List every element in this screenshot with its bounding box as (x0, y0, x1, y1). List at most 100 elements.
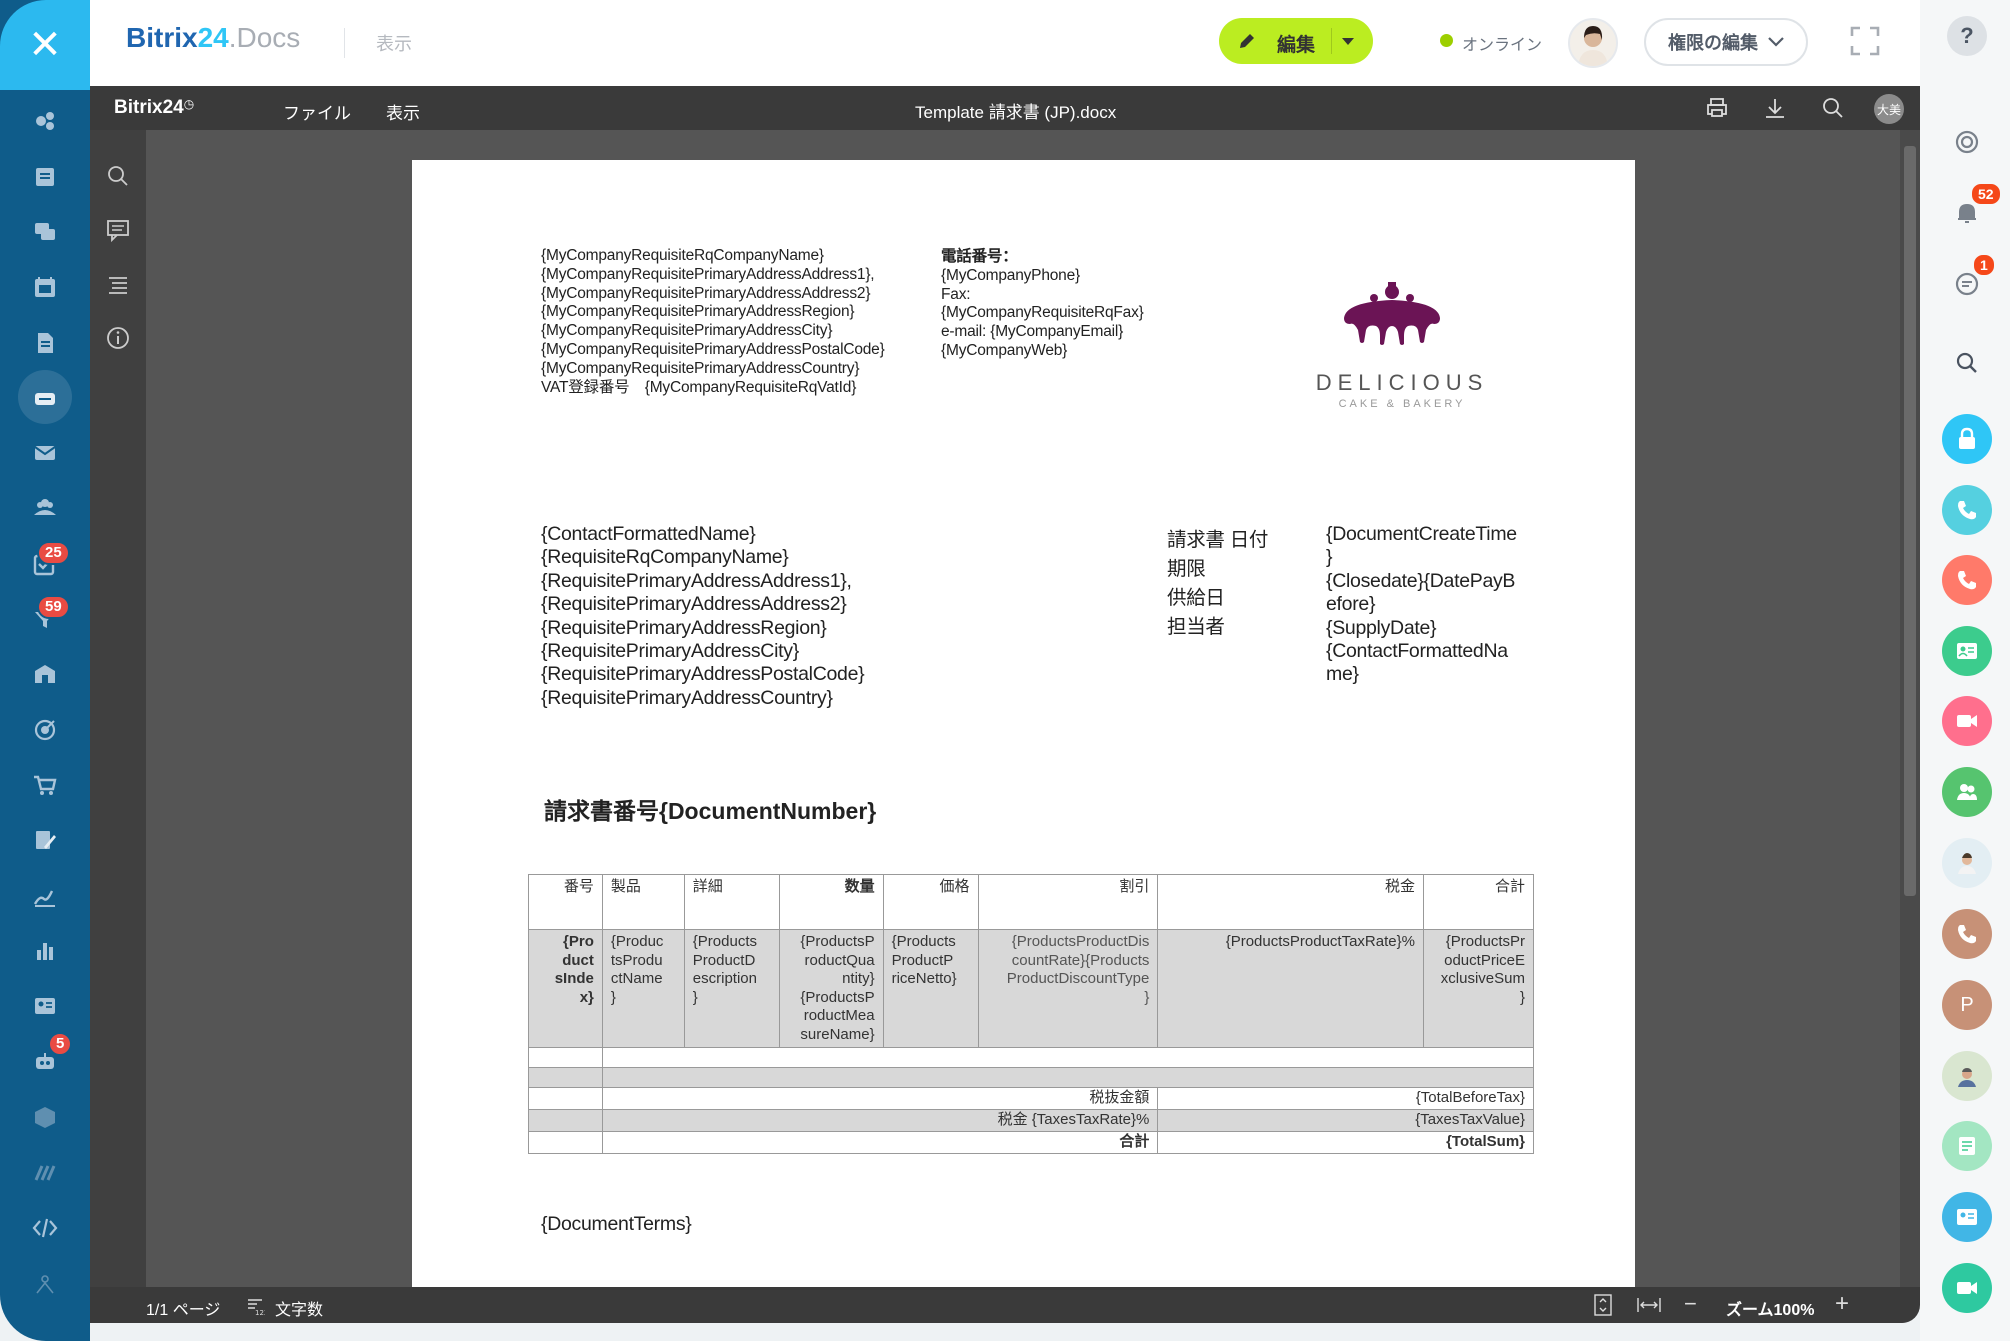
column-header: 税金 (1157, 874, 1424, 930)
marketplace-icon (34, 1164, 56, 1181)
table-cell (528, 1109, 603, 1132)
workgroups-icon (34, 498, 56, 515)
download-icon[interactable] (1763, 96, 1787, 120)
user-photo-icon (1958, 1068, 1976, 1087)
sidebar-item-news[interactable] (0, 149, 90, 204)
sidebar-item-analytics[interactable] (0, 923, 90, 978)
document-page[interactable]: {MyCompanyRequisiteRqCompanyName} {MyComp… (412, 160, 1635, 1287)
sidebar-item-user[interactable] (0, 1256, 90, 1311)
video-call-button[interactable] (1942, 696, 1992, 746)
zoom-in-button[interactable]: + (1835, 1290, 1849, 1318)
table-cell: {ProductsProductTaxRate}% (1157, 929, 1424, 1048)
group-icon (1957, 784, 1977, 800)
sidebar-item-chat[interactable] (0, 204, 90, 259)
word-count-button[interactable]: 文字数 (275, 1296, 323, 1320)
sidebar-item-docs[interactable] (0, 315, 90, 370)
sidebar-item-goals[interactable] (0, 702, 90, 757)
company-contact-line: 電話番号： (941, 248, 1018, 265)
table-cell (601, 1067, 1535, 1088)
company-address-line: {MyCompanyRequisitePrimaryAddressAddress… (541, 265, 875, 283)
left-tool-column (90, 130, 146, 1287)
app-logo[interactable]: Bitrix24.Docs (126, 22, 300, 54)
user-avatar-p[interactable]: P (1942, 980, 1992, 1030)
view-menu[interactable]: 表示 (376, 30, 412, 56)
chevron-down-icon[interactable] (1341, 37, 1355, 47)
filter-badge: 59 (37, 595, 70, 619)
client-address-line: {RequisitePrimaryAddressRegion} (541, 616, 827, 639)
company-icon (35, 664, 55, 683)
notifications-button[interactable]: 52 (1942, 182, 2002, 238)
drive-icon (35, 392, 55, 405)
close-button[interactable]: ✕ (0, 0, 90, 90)
group-button[interactable] (1942, 767, 1992, 817)
menu-file[interactable]: ファイル (283, 99, 351, 124)
edit-button[interactable]: 編集 (1219, 18, 1373, 64)
sidebar-item-marketplace[interactable] (0, 1145, 90, 1200)
comments-icon[interactable] (104, 216, 132, 244)
sidebar-item-company[interactable] (0, 646, 90, 701)
search-icon[interactable] (104, 162, 132, 190)
fullscreen-icon[interactable] (1850, 26, 1880, 56)
video-conference-button[interactable] (1942, 1263, 1992, 1313)
video-icon (1957, 1282, 1977, 1294)
sidebar-item-feed[interactable] (0, 93, 90, 148)
company-contact-line: e-mail: {MyCompanyEmail} (941, 323, 1124, 341)
user-avatar-2[interactable] (1942, 1051, 1992, 1101)
sidebar-item-box[interactable] (0, 1089, 90, 1144)
info-icon[interactable] (104, 324, 132, 352)
client-address-line: {RequisitePrimaryAddressAddress2} (541, 593, 847, 616)
headings-icon[interactable] (104, 270, 132, 298)
invoice-meta-value: {DocumentCreateTime (1326, 523, 1517, 545)
page-counter[interactable]: 1/1 ページ (146, 1296, 220, 1320)
sidebar-item-robot[interactable] (0, 1034, 90, 1089)
user-avatar[interactable]: 大美 (1874, 94, 1904, 124)
column-header: 数量 (778, 874, 884, 930)
sidebar-item-esign[interactable] (0, 868, 90, 923)
company-contact-line: {MyCompanyRequisiteRqFax} (941, 304, 1144, 322)
summary-label: 税抜金額 (601, 1087, 1159, 1110)
invoice-meta-value: efore} (1326, 593, 1376, 616)
zoom-level[interactable]: ズーム100% (1726, 1296, 1814, 1320)
mail-icon (34, 445, 56, 460)
sidebar-item-sign[interactable] (0, 812, 90, 867)
sidebar-item-workgroups[interactable] (0, 480, 90, 535)
company-contact-line: Fax: (941, 285, 971, 303)
document-terms: {DocumentTerms} (541, 1213, 692, 1235)
copilot-button[interactable] (1942, 117, 1992, 167)
company-address-line: {MyCompanyRequisitePrimaryAddressCountry… (541, 359, 860, 377)
user-call-button[interactable] (1942, 909, 1992, 959)
print-icon[interactable] (1705, 96, 1729, 120)
help-button[interactable]: ? (1947, 16, 1987, 56)
messenger-button[interactable]: 1 (1942, 253, 1996, 309)
company-logo: DELICIOUS CAKE & BAKERY (1292, 280, 1512, 410)
sidebar-item-drive[interactable] (0, 370, 90, 425)
sidebar-item-shop[interactable] (0, 757, 90, 812)
missed-call-button[interactable] (1942, 555, 1992, 605)
notes-button[interactable] (1942, 1121, 1992, 1171)
column-header: 詳細 (683, 874, 780, 930)
search-button[interactable] (1942, 338, 1992, 388)
avatar[interactable] (1568, 18, 1618, 68)
table-cell (528, 1087, 603, 1110)
vertical-scrollbar[interactable] (1900, 130, 1920, 1287)
sidebar-item-mail[interactable] (0, 425, 90, 480)
online-status-dot (1440, 34, 1453, 47)
table-cell (528, 1067, 603, 1088)
sidebar-item-devops[interactable] (0, 1200, 90, 1255)
sidebar-item-calendar[interactable] (0, 259, 90, 314)
lock-button[interactable] (1942, 414, 1992, 464)
scrollbar-thumb[interactable] (1904, 146, 1916, 896)
edit-permissions-button[interactable]: 権限の編集 (1644, 18, 1808, 66)
fit-width-icon[interactable] (1636, 1295, 1662, 1315)
call-button[interactable] (1942, 485, 1992, 535)
contact-list-button[interactable] (1942, 1192, 1992, 1242)
zoom-out-button[interactable]: − (1684, 1291, 1697, 1317)
fit-page-icon[interactable] (1593, 1294, 1613, 1316)
sidebar-item-contacts[interactable] (0, 978, 90, 1033)
contact-card-button[interactable] (1942, 626, 1992, 676)
phone-icon (1958, 501, 1976, 520)
user-avatar-1[interactable] (1942, 838, 1992, 888)
cake-logo-icon (1344, 282, 1440, 345)
search-icon[interactable] (1821, 96, 1845, 120)
menu-view[interactable]: 表示 (386, 99, 420, 124)
